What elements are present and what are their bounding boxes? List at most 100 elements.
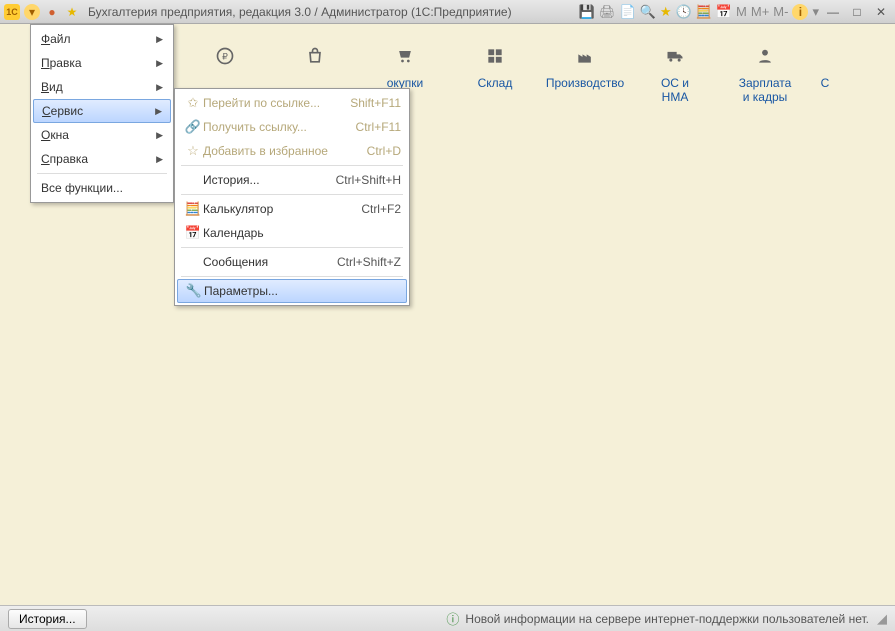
chevron-right-icon: ▶ xyxy=(156,154,163,165)
menu-service[interactable]: Сервис ▶ xyxy=(33,99,171,123)
svg-text:₽: ₽ xyxy=(222,51,228,61)
dropdown-icon[interactable]: ▾ xyxy=(24,4,40,20)
menu-label: Правка xyxy=(41,56,82,70)
info-status-icon: ⓘ xyxy=(446,609,459,628)
titlebar: 1C ▾ ● ★ Бухгалтерия предприятия, редакц… xyxy=(0,0,895,24)
star-toolbar-icon[interactable]: ★ xyxy=(660,4,672,20)
submenu-shortcut: Ctrl+F11 xyxy=(356,120,401,134)
grid-icon xyxy=(450,36,540,76)
memory-m-label[interactable]: M xyxy=(736,4,747,19)
close-button[interactable]: ✕ xyxy=(871,4,891,20)
menu-separator xyxy=(37,173,167,174)
submenu-label: Параметры... xyxy=(204,284,400,298)
menu-all-functions[interactable]: Все функции... xyxy=(33,176,171,200)
status-text: ⓘ Новой информации на сервере интернет-п… xyxy=(446,609,869,628)
menu-help[interactable]: Справка ▶ xyxy=(33,147,171,171)
status-message: Новой информации на сервере интернет-под… xyxy=(465,612,869,626)
search-icon[interactable]: 🔍 xyxy=(640,4,656,20)
submenu-shortcut: Ctrl+F2 xyxy=(361,202,401,216)
submenu-calculator[interactable]: 🧮 Калькулятор Ctrl+F2 xyxy=(177,197,407,221)
logo-1c-icon: 1C xyxy=(4,4,20,20)
memory-mminus-label[interactable]: M- xyxy=(773,4,788,19)
minimize-button[interactable]: — xyxy=(823,4,843,20)
chevron-right-icon: ▶ xyxy=(155,106,162,117)
submenu-label: Добавить в избранное xyxy=(203,144,367,158)
print-icon[interactable]: 🖨 xyxy=(599,4,616,20)
info-icon[interactable]: i xyxy=(792,4,808,20)
submenu-separator xyxy=(181,276,403,277)
calendar-icon: 📅 xyxy=(183,225,203,241)
titlebar-right-icons: 💾 🖨 📄 🔍 ★ 🕓 🧮 📅 M M+ M- i ▾ — □ ✕ xyxy=(579,4,891,20)
section-label: Зарплатаи кадры xyxy=(720,76,810,104)
section-item-production[interactable]: Производство xyxy=(540,36,630,114)
star-icon: ☆ xyxy=(183,143,203,159)
link-icon: 🔗 xyxy=(183,119,203,135)
clock-icon[interactable]: 🕓 xyxy=(675,4,691,20)
truck-icon xyxy=(630,36,720,76)
menu-view[interactable]: Вид ▶ xyxy=(33,75,171,99)
submenu-add-favorite[interactable]: ☆ Добавить в избранное Ctrl+D xyxy=(177,139,407,163)
menu-edit[interactable]: Правка ▶ xyxy=(33,51,171,75)
section-label: С xyxy=(810,76,840,90)
menu-label: Окна xyxy=(41,128,69,142)
section-label: Склад xyxy=(450,76,540,90)
chevron-right-icon: ▶ xyxy=(156,34,163,45)
submenu-label: Калькулятор xyxy=(203,202,361,216)
factory-icon xyxy=(540,36,630,76)
menu-label: Все функции... xyxy=(41,181,123,195)
wrench-icon: 🔧 xyxy=(184,283,204,299)
section-item-assets[interactable]: ОС иНМА xyxy=(630,36,720,114)
bag-icon xyxy=(270,36,360,76)
window-title: Бухгалтерия предприятия, редакция 3.0 / … xyxy=(88,5,579,19)
submenu-parameters[interactable]: 🔧 Параметры... xyxy=(177,279,407,303)
calc-toolbar-icon[interactable]: 🧮 xyxy=(696,4,712,20)
section-item-warehouse[interactable]: Склад xyxy=(450,36,540,114)
submenu-get-link[interactable]: 🔗 Получить ссылку... Ctrl+F11 xyxy=(177,115,407,139)
submenu-goto-link[interactable]: ✩ Перейти по ссылке... Shift+F11 xyxy=(177,91,407,115)
main-menu: Файл ▶ Правка ▶ Вид ▶ Сервис ▶ Окна ▶ Сп… xyxy=(30,24,174,203)
service-submenu: ✩ Перейти по ссылке... Shift+F11 🔗 Получ… xyxy=(174,88,410,306)
submenu-messages[interactable]: Сообщения Ctrl+Shift+Z xyxy=(177,250,407,274)
submenu-shortcut: Ctrl+Shift+Z xyxy=(337,255,401,269)
more-icon xyxy=(810,36,840,76)
chevron-right-icon: ▶ xyxy=(156,82,163,93)
ruble-icon: ₽ xyxy=(180,36,270,76)
submenu-history[interactable]: История... Ctrl+Shift+H xyxy=(177,168,407,192)
statusbar: История... ⓘ Новой информации на сервере… xyxy=(0,605,895,631)
calc-icon: 🧮 xyxy=(183,201,203,217)
submenu-separator xyxy=(181,165,403,166)
doc-icon[interactable]: 📄 xyxy=(619,4,635,20)
menu-label: Справка xyxy=(41,152,88,166)
dropdown-small-icon[interactable]: ▾ xyxy=(812,4,819,20)
star-go-icon: ✩ xyxy=(183,95,203,111)
menu-label: Вид xyxy=(41,80,63,94)
favorite-star-icon[interactable]: ★ xyxy=(64,4,80,20)
submenu-shortcut: Ctrl+D xyxy=(367,144,401,158)
history-button[interactable]: История... xyxy=(8,609,87,629)
status-dot-icon: ● xyxy=(44,4,60,20)
section-label: Производство xyxy=(540,76,630,90)
person-icon xyxy=(720,36,810,76)
maximize-button[interactable]: □ xyxy=(847,4,867,20)
chevron-right-icon: ▶ xyxy=(156,130,163,141)
submenu-calendar[interactable]: 📅 Календарь xyxy=(177,221,407,245)
submenu-label: Календарь xyxy=(203,226,401,240)
submenu-shortcut: Ctrl+Shift+H xyxy=(336,173,401,187)
submenu-label: Сообщения xyxy=(203,255,337,269)
menu-label: Файл xyxy=(41,32,71,46)
save-icon[interactable]: 💾 xyxy=(579,4,595,20)
memory-mplus-label[interactable]: M+ xyxy=(751,4,769,19)
section-item-more[interactable]: С xyxy=(810,36,840,114)
cart-icon xyxy=(360,36,450,76)
menu-file[interactable]: Файл ▶ xyxy=(33,27,171,51)
submenu-label: Перейти по ссылке... xyxy=(203,96,350,110)
submenu-label: Получить ссылку... xyxy=(203,120,356,134)
menu-label: Сервис xyxy=(42,104,83,118)
submenu-label: История... xyxy=(203,173,336,187)
resize-grip-icon[interactable]: ◢ xyxy=(877,611,887,627)
section-item-salary[interactable]: Зарплатаи кадры xyxy=(720,36,810,114)
menu-windows[interactable]: Окна ▶ xyxy=(33,123,171,147)
submenu-shortcut: Shift+F11 xyxy=(350,96,401,110)
submenu-separator xyxy=(181,194,403,195)
calendar-toolbar-icon[interactable]: 📅 xyxy=(716,4,732,20)
